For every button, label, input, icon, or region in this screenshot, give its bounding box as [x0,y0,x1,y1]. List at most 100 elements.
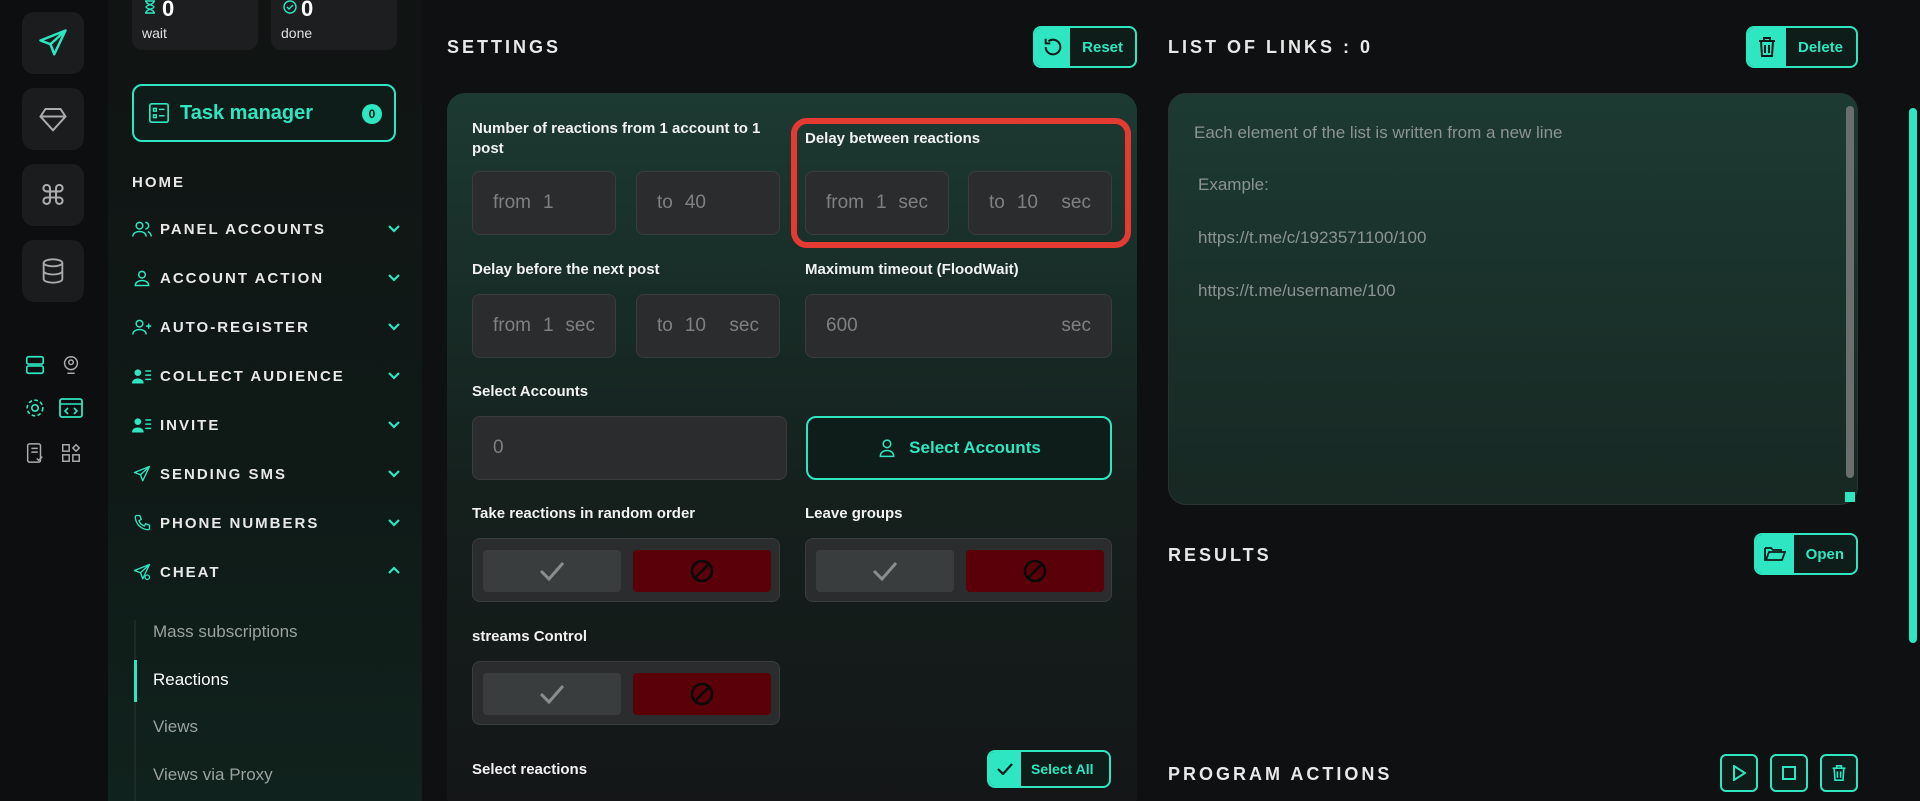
select-reactions-label: Select reactions [472,761,588,778]
checklist-button[interactable] [22,440,48,466]
done-stat: 0 done [271,0,397,50]
nav-panel-accounts[interactable]: PANEL ACCOUNTS [132,214,402,244]
unit-label: sec [1061,315,1091,336]
stop-icon [1782,766,1796,780]
wait-stat: 0 wait [132,0,258,50]
forbidden-icon [1023,559,1047,583]
task-manager-label: Task manager [180,101,314,124]
command-icon: ⌘ [39,179,67,211]
program-actions-title: PROGRAM ACTIONS [1168,764,1393,784]
clear-button[interactable] [1820,754,1858,792]
widgets-button[interactable] [58,440,84,466]
trash-icon [1748,28,1786,66]
reactions-to-input[interactable]: to 40 [636,171,780,235]
resize-handle-icon[interactable] [1845,492,1855,502]
chevron-down-icon [388,372,400,380]
streams-control-label: streams Control [472,628,588,645]
placeholder-line: Example: [1198,175,1269,194]
chevron-down-icon [388,421,400,429]
folder-open-icon [1756,535,1794,573]
page-scrollbar[interactable] [1909,108,1917,643]
send-icon [39,29,67,56]
settings-button[interactable] [22,395,48,421]
nav-invite[interactable]: INVITE [132,410,402,440]
submenu-mass-subscriptions[interactable]: Mass subscriptions [153,622,298,642]
to-prefix: to [657,315,673,336]
user-icon [134,270,150,287]
send-icon [133,465,151,482]
chevron-down-icon [388,274,400,282]
reactions-from-input[interactable]: from 1 [472,171,616,235]
command-rail-button[interactable]: ⌘ [22,164,84,226]
nav-label: PANEL ACCOUNTS [160,220,327,238]
nav-label: PHONE NUMBERS [160,514,320,532]
nav-account-action[interactable]: ACCOUNT ACTION [132,263,402,293]
task-list-icon [149,103,169,123]
select-all-button[interactable]: Select All [987,750,1111,788]
diamond-rail-button[interactable] [22,88,84,150]
delay-post-label: Delay before the next post [472,261,660,278]
placeholder-line: https://t.me/c/1923571100/100 [1198,228,1427,247]
server-button[interactable] [22,352,48,378]
task-manager-count: 0 [362,104,382,124]
forbidden-icon [690,682,714,706]
textarea-scrollbar[interactable] [1846,106,1854,478]
delay-post-to-value: 10 [684,315,706,336]
nav-label: COLLECT AUDIENCE [160,367,345,385]
nav-home-label: HOME [132,173,185,191]
unit-label: sec [565,315,595,336]
check-circle-icon [283,0,297,19]
nav-collect-audience[interactable]: COLLECT AUDIENCE [132,361,402,391]
diamond-icon [39,108,67,132]
wait-count: 0 [162,0,175,21]
submenu-views[interactable]: Views [153,717,198,737]
timeout-input[interactable]: 600 sec [805,294,1112,358]
nav-phone-numbers[interactable]: PHONE NUMBERS [132,508,402,538]
check-icon [989,752,1021,786]
nav-auto-register[interactable]: AUTO-REGISTER [132,312,402,342]
check-icon [539,562,565,581]
left-rail: ⌘ [0,0,108,801]
submenu-reactions[interactable]: Reactions [153,670,229,690]
wait-label: wait [142,25,167,41]
trash-icon [1832,765,1846,781]
submenu-views-via-proxy[interactable]: Views via Proxy [153,765,273,785]
streams-control-yes[interactable] [483,673,621,715]
reset-icon [1035,28,1071,66]
open-button[interactable]: Open [1754,533,1858,575]
user-list-icon [132,369,152,384]
random-order-no[interactable] [633,550,771,592]
delay-post-from-input[interactable]: from 1 sec [472,294,616,358]
select-accounts-button-label: Select Accounts [909,438,1041,457]
nav-cheat[interactable]: CHEAT [132,557,402,587]
user-list-icon [132,418,152,433]
select-accounts-button[interactable]: Select Accounts [806,416,1112,480]
nav-home[interactable]: HOME [132,167,402,197]
leave-groups-no[interactable] [966,550,1104,592]
delete-button[interactable]: Delete [1746,26,1858,68]
streams-control-no[interactable] [633,673,771,715]
reset-button[interactable]: Reset [1033,26,1137,68]
database-icon [42,258,64,284]
database-rail-button[interactable] [22,240,84,302]
chevron-down-icon [388,519,400,527]
task-manager-button[interactable]: Task manager 0 [132,84,396,142]
leave-groups-yes[interactable] [816,550,954,592]
forbidden-icon [690,559,714,583]
play-button[interactable] [1720,754,1758,792]
chevron-down-icon [388,225,400,233]
random-order-yes[interactable] [483,550,621,592]
code-window-button[interactable] [58,395,84,421]
stop-button[interactable] [1770,754,1808,792]
done-count: 0 [301,0,314,21]
user-plus-icon [132,319,152,335]
delay-post-to-input[interactable]: to 10 sec [636,294,780,358]
links-title: LIST OF LINKS : 0 [1168,37,1374,57]
nav-sending-sms[interactable]: SENDING SMS [132,459,402,489]
checklist-icon [26,443,43,463]
done-label: done [281,25,313,41]
user-pin-button[interactable] [58,352,84,378]
send-rail-button[interactable] [22,12,84,74]
random-order-toggle [472,538,780,602]
cheat-icon [133,563,151,581]
